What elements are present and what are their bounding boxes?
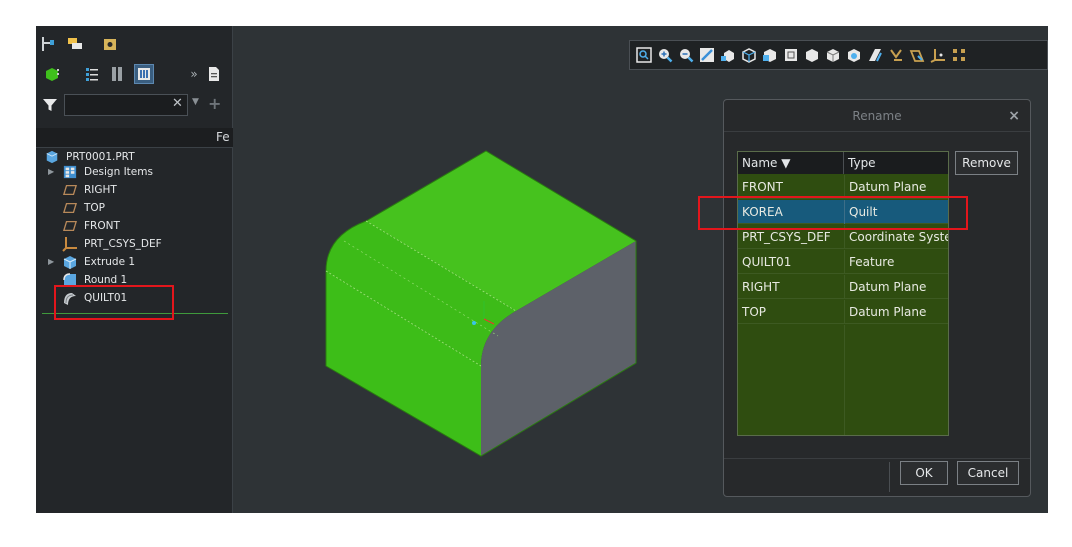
document-icon[interactable] (206, 66, 222, 82)
point-display-icon[interactable] (909, 47, 925, 63)
tree-item-label: FRONT (84, 220, 120, 232)
row-type-cell: Feature (844, 250, 948, 274)
row-name-cell[interactable]: QUILT01 (738, 250, 844, 274)
column-header-label: Fe (216, 130, 230, 144)
cancel-button[interactable]: Cancel (957, 461, 1019, 485)
csys-display-icon[interactable] (930, 47, 946, 63)
row-type-cell: Datum Plane (844, 275, 948, 299)
repaint-icon[interactable] (699, 47, 715, 63)
zoom-in-icon[interactable] (657, 47, 673, 63)
column-header-type[interactable]: Type (844, 152, 948, 174)
tree-settings-icon[interactable] (84, 66, 100, 82)
spin-center-icon[interactable] (846, 47, 862, 63)
tree-columns-icon[interactable] (109, 66, 125, 82)
remove-button[interactable]: Remove (955, 151, 1018, 175)
design-items-icon (62, 164, 78, 180)
3d-model-viewport[interactable] (316, 141, 656, 471)
tree-item-label: RIGHT (84, 184, 117, 196)
expand-design-items-icon[interactable]: ▶ (48, 168, 56, 176)
table-row[interactable]: RIGHT Datum Plane (738, 275, 948, 299)
rename-table: Name ▼ Type FRONT Datum Plane KOREA Quil… (737, 151, 949, 436)
tree-item-design-items[interactable]: Design Items (62, 163, 153, 181)
part-icon (44, 149, 60, 165)
view-manager-icon[interactable] (762, 47, 778, 63)
tree-search-input[interactable] (64, 94, 188, 116)
clear-filter-icon[interactable]: ✕ (172, 97, 183, 111)
table-row[interactable]: TOP Datum Plane (738, 300, 948, 324)
datum-plane-icon (62, 218, 78, 234)
close-icon[interactable]: × (1008, 108, 1020, 124)
table-row[interactable]: QUILT01 Feature (738, 250, 948, 274)
rename-dialog: Rename × Name ▼ Type FRONT Datum Plane K… (723, 99, 1031, 497)
datum-plane-icon (62, 200, 78, 216)
tree-item-label: Extrude 1 (84, 256, 136, 268)
tree-item-label: Design Items (84, 166, 153, 178)
tree-item-label: PRT_CSYS_DEF (84, 238, 162, 250)
highlight-quilt01-tree (54, 285, 174, 320)
expand-extrude-icon[interactable]: ▶ (48, 258, 56, 266)
saved-views-icon[interactable] (720, 47, 736, 63)
dialog-title: Rename (724, 100, 1030, 132)
column-divider (844, 325, 845, 435)
tree-filters-icon[interactable] (134, 64, 154, 84)
filter-dropdown-icon[interactable]: ▼ (192, 97, 199, 107)
model-tree-tab-icon[interactable] (40, 36, 56, 52)
annotation-display-icon[interactable] (825, 47, 841, 63)
tree-item-right[interactable]: RIGHT (62, 181, 117, 199)
datum-display-icon[interactable] (804, 47, 820, 63)
row-name-cell[interactable]: TOP (738, 300, 844, 324)
model-display-icon[interactable] (44, 66, 60, 82)
dialog-button-separator (889, 462, 890, 492)
more-icon[interactable] (951, 47, 967, 63)
row-type-cell: Datum Plane (844, 300, 948, 324)
tree-item-top[interactable]: TOP (62, 199, 105, 217)
display-style-icon[interactable] (741, 47, 757, 63)
zoom-out-icon[interactable] (678, 47, 694, 63)
tree-item-extrude-1[interactable]: Extrude 1 (62, 253, 135, 271)
refit-icon[interactable] (636, 47, 652, 63)
filter-icon[interactable] (42, 97, 58, 113)
tree-item-prt-csys-def[interactable]: PRT_CSYS_DEF (62, 235, 162, 253)
layer-tree-tab-icon[interactable] (67, 36, 83, 52)
column-header-name[interactable]: Name ▼ (738, 152, 844, 174)
perspective-icon[interactable] (783, 47, 799, 63)
tree-column-header: Fe (36, 128, 233, 148)
tree-filter-row: ✕ ▼ + (36, 92, 233, 120)
row-name-cell[interactable]: RIGHT (738, 275, 844, 299)
folder-browser-tab-icon[interactable] (102, 36, 118, 52)
tree-root-label: PRT0001.PRT (66, 151, 135, 163)
add-filter-icon[interactable]: + (208, 94, 221, 113)
graphics-toolbar (629, 40, 1048, 70)
dialog-separator (724, 458, 1030, 459)
creo-window: » ✕ ▼ + Fe PRT0001.PRT ▶ Design Items RI… (36, 26, 1048, 513)
model-tree-panel: » ✕ ▼ + Fe PRT0001.PRT ▶ Design Items RI… (36, 26, 233, 513)
tree-item-front[interactable]: FRONT (62, 217, 120, 235)
coordinate-system-icon (62, 236, 78, 252)
axis-display-icon[interactable] (888, 47, 904, 63)
plane-display-icon[interactable] (867, 47, 883, 63)
expand-panel-icon[interactable]: » (186, 66, 202, 82)
ok-button[interactable]: OK (900, 461, 948, 485)
tree-item-label: TOP (84, 202, 106, 214)
highlight-korea-row (698, 196, 968, 230)
datum-plane-icon (62, 182, 78, 198)
extrude-icon (62, 254, 78, 270)
screenshot-root: » ✕ ▼ + Fe PRT0001.PRT ▶ Design Items RI… (0, 0, 1072, 547)
